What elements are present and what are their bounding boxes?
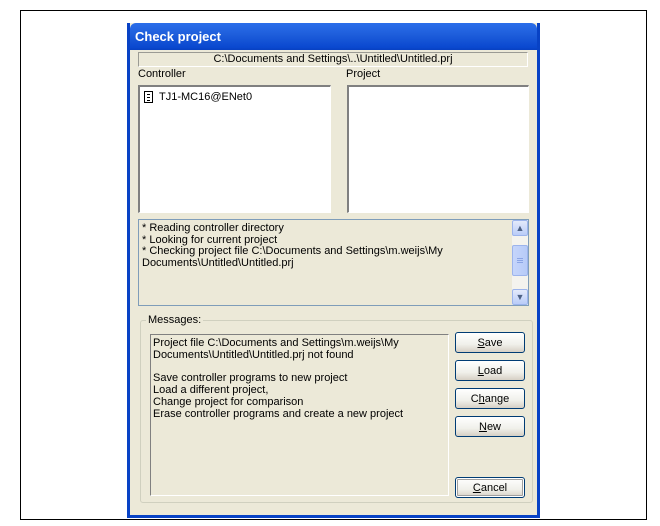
scroll-thumb[interactable]	[512, 245, 528, 276]
log-scrollbar[interactable]: ▲ ▼	[512, 220, 528, 305]
scroll-down-icon[interactable]: ▼	[512, 289, 528, 305]
load-button[interactable]: Load	[455, 360, 525, 381]
status-log-text: * Reading controller directory * Looking…	[142, 222, 510, 269]
message-line: Documents\Untitled\Untitled.prj not foun…	[153, 349, 354, 361]
messages-legend: Messages:	[146, 314, 204, 326]
messages-text: Project file C:\Documents and Settings\m…	[150, 334, 449, 496]
project-path: C:\Documents and Settings\..\Untitled\Un…	[138, 52, 528, 67]
status-log[interactable]: * Reading controller directory * Looking…	[138, 219, 529, 306]
project-column-label: Project	[346, 68, 381, 80]
messages-group: Messages: Project file C:\Documents and …	[140, 314, 533, 503]
project-list[interactable]	[347, 85, 529, 213]
controller-column-label: Controller	[138, 68, 186, 80]
cancel-button[interactable]: Cancel	[455, 477, 525, 498]
log-line: * Checking project file C:\Documents and…	[142, 245, 443, 257]
check-project-dialog: Check project C:\Documents and Settings\…	[127, 23, 540, 518]
list-item[interactable]: TJ1-MC16@ENet0	[144, 91, 252, 103]
scroll-up-icon[interactable]: ▲	[512, 220, 528, 236]
log-line: Documents\Untitled\Untitled.prj	[142, 256, 294, 269]
save-button[interactable]: Save	[455, 332, 525, 353]
dialog-title: Check project	[130, 23, 537, 50]
controller-icon	[144, 91, 153, 103]
message-line: Change project for comparison	[153, 396, 304, 408]
controller-item-label: TJ1-MC16@ENet0	[159, 91, 253, 103]
new-button[interactable]: New	[455, 416, 525, 437]
message-line: Project file C:\Documents and Settings\m…	[153, 337, 399, 349]
message-line: Load a different project,	[153, 384, 269, 396]
message-line: Erase controller programs and create a n…	[153, 408, 404, 420]
change-button[interactable]: Ch ange	[455, 388, 525, 409]
log-line: * Reading controller directory	[142, 222, 284, 234]
message-line: Save controller programs to new project	[153, 372, 348, 384]
controller-list[interactable]: TJ1-MC16@ENet0	[138, 85, 331, 213]
